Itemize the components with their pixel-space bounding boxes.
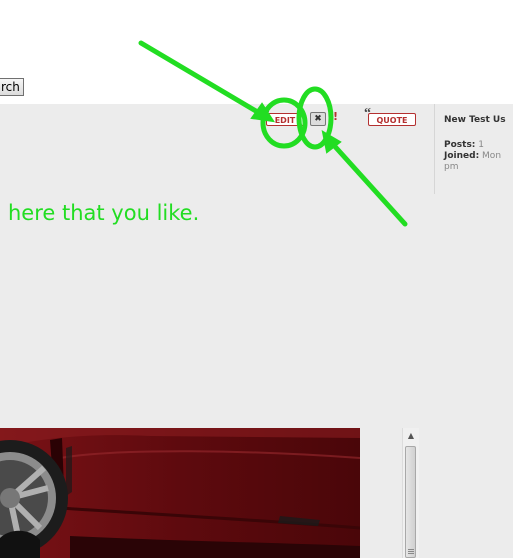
grip-line xyxy=(408,549,414,550)
car-photo-graphic xyxy=(0,428,360,558)
edit-button[interactable]: EDIT xyxy=(266,113,304,126)
profile-posts: Posts: 1 xyxy=(444,140,484,150)
profile-joined-continued: pm xyxy=(444,162,459,172)
car-photo xyxy=(0,428,360,558)
profile-joined: Joined: Mon xyxy=(444,151,501,161)
photo-scrollbar[interactable]: ▲ xyxy=(402,428,419,558)
grip-line xyxy=(408,551,414,552)
scrollbar-thumb[interactable] xyxy=(405,446,416,558)
joined-value: Mon xyxy=(482,151,502,161)
grip-line xyxy=(408,553,414,554)
joined-label: Joined: xyxy=(444,151,480,161)
header-area xyxy=(0,0,513,104)
post-text: n here that you like. xyxy=(0,201,200,225)
report-button[interactable]: ! xyxy=(333,110,338,123)
delete-button[interactable]: ✖ xyxy=(310,112,326,126)
posts-label: Posts: xyxy=(444,140,476,150)
profile-username[interactable]: New Test Us xyxy=(444,115,506,125)
search-button[interactable]: rch xyxy=(0,78,24,96)
quote-button[interactable]: QUOTE xyxy=(368,113,416,126)
scroll-up-arrow-icon[interactable]: ▲ xyxy=(403,428,419,444)
posts-value: 1 xyxy=(478,140,485,150)
